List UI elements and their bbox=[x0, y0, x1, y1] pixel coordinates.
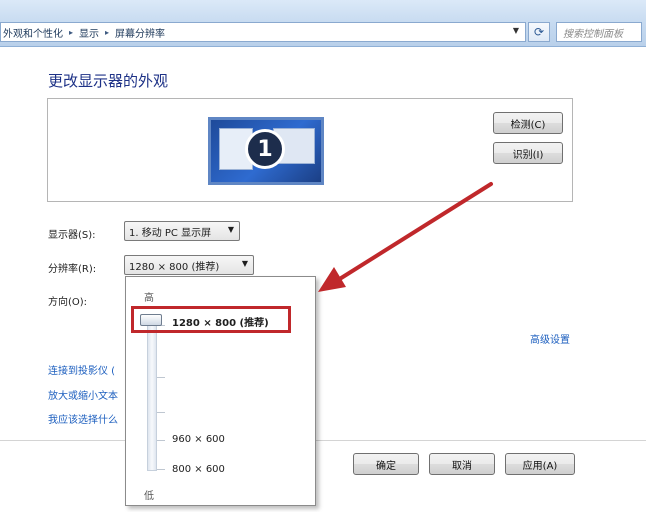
annotation-arrow bbox=[318, 182, 493, 292]
